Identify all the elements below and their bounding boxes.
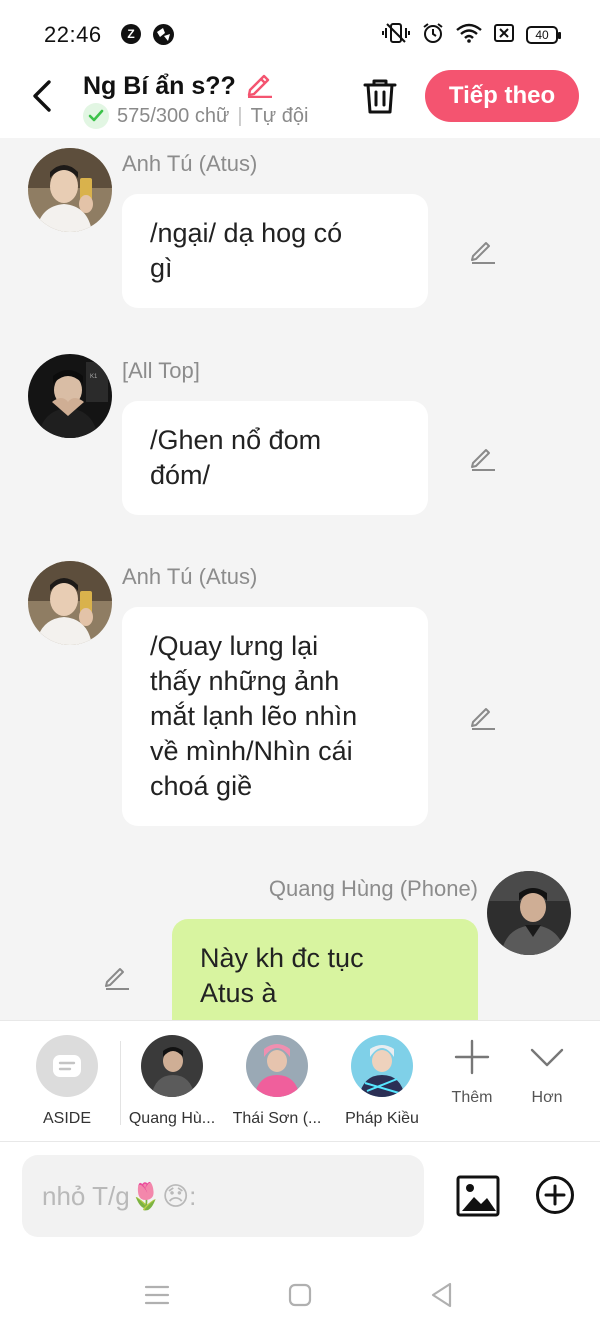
avatar — [351, 1035, 413, 1097]
sender-name: Quang Hùng (Phone) — [268, 876, 478, 901]
avatar[interactable] — [487, 871, 571, 955]
message-line: /Quay lưng lại — [150, 631, 319, 661]
message-line: gì — [150, 253, 173, 283]
sim-icon — [494, 23, 514, 47]
home-button[interactable] — [280, 1277, 320, 1313]
sender-name: Anh Tú (Atus) — [122, 564, 258, 589]
avatar — [246, 1035, 308, 1097]
character-label: ASIDE — [42, 1110, 91, 1127]
pencil-icon — [471, 708, 495, 730]
image-icon — [456, 1175, 500, 1217]
menu-button[interactable] — [137, 1277, 177, 1313]
sender-name: Anh Tú (Atus) — [122, 151, 258, 176]
message-line: về mình/Nhìn cái — [150, 736, 353, 766]
triangle-back-icon — [431, 1282, 452, 1308]
next-button[interactable]: Tiếp theo — [425, 70, 579, 122]
back-button[interactable] — [22, 74, 62, 118]
avatar — [141, 1035, 203, 1097]
edit-message-button[interactable] — [466, 441, 498, 473]
chevron-left-icon — [33, 80, 51, 112]
status-bar: 22:46 Z 40 — [0, 0, 600, 68]
my-message-bubble[interactable]: Này kh đc tục Atus à — [172, 919, 478, 1020]
pencil-icon — [105, 968, 129, 990]
character-label: Quang Hù... — [128, 1110, 216, 1127]
add-character-button[interactable]: Thêm — [442, 1039, 502, 1107]
edit-message-button[interactable] — [100, 960, 132, 992]
expand-label: Hơn — [531, 1089, 563, 1106]
character-label: Pháp Kiều — [345, 1110, 419, 1127]
add-attachment-button[interactable] — [533, 1173, 577, 1217]
delete-button[interactable] — [358, 74, 402, 118]
message-bubble[interactable]: /Quay lưng lại thấy những ảnh mắt lạnh l… — [122, 607, 428, 826]
insert-image-button[interactable] — [455, 1173, 501, 1219]
message-line: /ngại/ dạ hog có — [150, 218, 343, 248]
chat-title: Ng Bí ẩn s?? — [83, 72, 236, 100]
vibrate-icon — [382, 22, 410, 49]
battery-icon: 40 — [526, 26, 561, 44]
check-icon — [83, 103, 109, 129]
status-time: 22:46 — [44, 22, 102, 47]
chat-title-row[interactable]: Ng Bí ẩn s?? — [83, 68, 274, 105]
wifi-icon — [456, 23, 482, 48]
browser-notification-icon — [153, 24, 174, 45]
menu-icon — [144, 1285, 170, 1305]
message-line: mắt lạnh lẽo nhìn — [150, 701, 358, 731]
chevron-down-icon — [530, 1048, 564, 1067]
more-label: Thêm — [451, 1089, 493, 1106]
expand-button[interactable]: Hơn — [517, 1039, 577, 1107]
alarm-icon — [422, 22, 444, 49]
chat-area[interactable]: Anh Tú (Atus) /ngại/ dạ hog có gì K1 [Al… — [0, 138, 600, 1020]
divider — [120, 1041, 121, 1125]
edit-message-button[interactable] — [466, 234, 498, 266]
system-nav-bar — [0, 1253, 600, 1333]
svg-text:K1: K1 — [90, 374, 98, 380]
message-line: Này kh đc tục — [200, 943, 364, 973]
subtitle-separator: | — [237, 104, 243, 127]
pencil-icon — [471, 242, 495, 264]
character-selector: ASIDE Quang Hù... Thái Sơn (... Pháp Kiề… — [0, 1020, 600, 1142]
aside-icon — [36, 1035, 98, 1097]
trash-icon — [363, 79, 397, 114]
back-nav-button[interactable] — [422, 1277, 462, 1313]
character-aside[interactable]: ASIDE — [17, 1035, 117, 1128]
sender-name: [All Top] — [122, 358, 200, 383]
avatar[interactable]: K1 — [28, 354, 112, 438]
message-input[interactable]: nhỏ T/g🌷😞: — [22, 1155, 424, 1237]
character-label: Thái Sơn (... — [232, 1110, 322, 1127]
edit-title-icon[interactable] — [244, 68, 274, 105]
plus-icon — [454, 1039, 490, 1075]
composer: nhỏ T/g🌷😞: — [0, 1143, 600, 1253]
chat-subtitle: 575/300 chữ | Tự đội — [83, 103, 308, 129]
chat-header: Ng Bí ẩn s?? 575/300 chữ | Tự đội Tiếp t… — [0, 68, 600, 138]
message-line: Atus à — [200, 978, 277, 1008]
app-notification-icon: Z — [121, 24, 141, 44]
message-line: /Ghen nổ đom — [150, 425, 322, 455]
avatar[interactable] — [28, 148, 112, 232]
character-phap-kieu[interactable]: Pháp Kiều — [332, 1035, 432, 1128]
edit-message-button[interactable] — [466, 700, 498, 732]
pencil-icon — [471, 449, 495, 471]
message-line: đóm/ — [150, 460, 211, 490]
plus-circle-icon — [536, 1176, 574, 1214]
word-count: 575/300 chữ — [117, 104, 230, 127]
message-line: choá giề — [150, 771, 253, 801]
mode-label: Tự đội — [250, 104, 309, 127]
message-bubble[interactable]: /ngại/ dạ hog có gì — [122, 194, 428, 308]
character-thai-son[interactable]: Thái Sơn (... — [227, 1035, 327, 1128]
home-icon — [288, 1283, 312, 1307]
message-bubble[interactable]: /Ghen nổ đom đóm/ — [122, 401, 428, 515]
avatar[interactable] — [28, 561, 112, 645]
message-line: thấy những ảnh — [150, 666, 340, 696]
character-quang-hung[interactable]: Quang Hù... — [122, 1035, 222, 1128]
